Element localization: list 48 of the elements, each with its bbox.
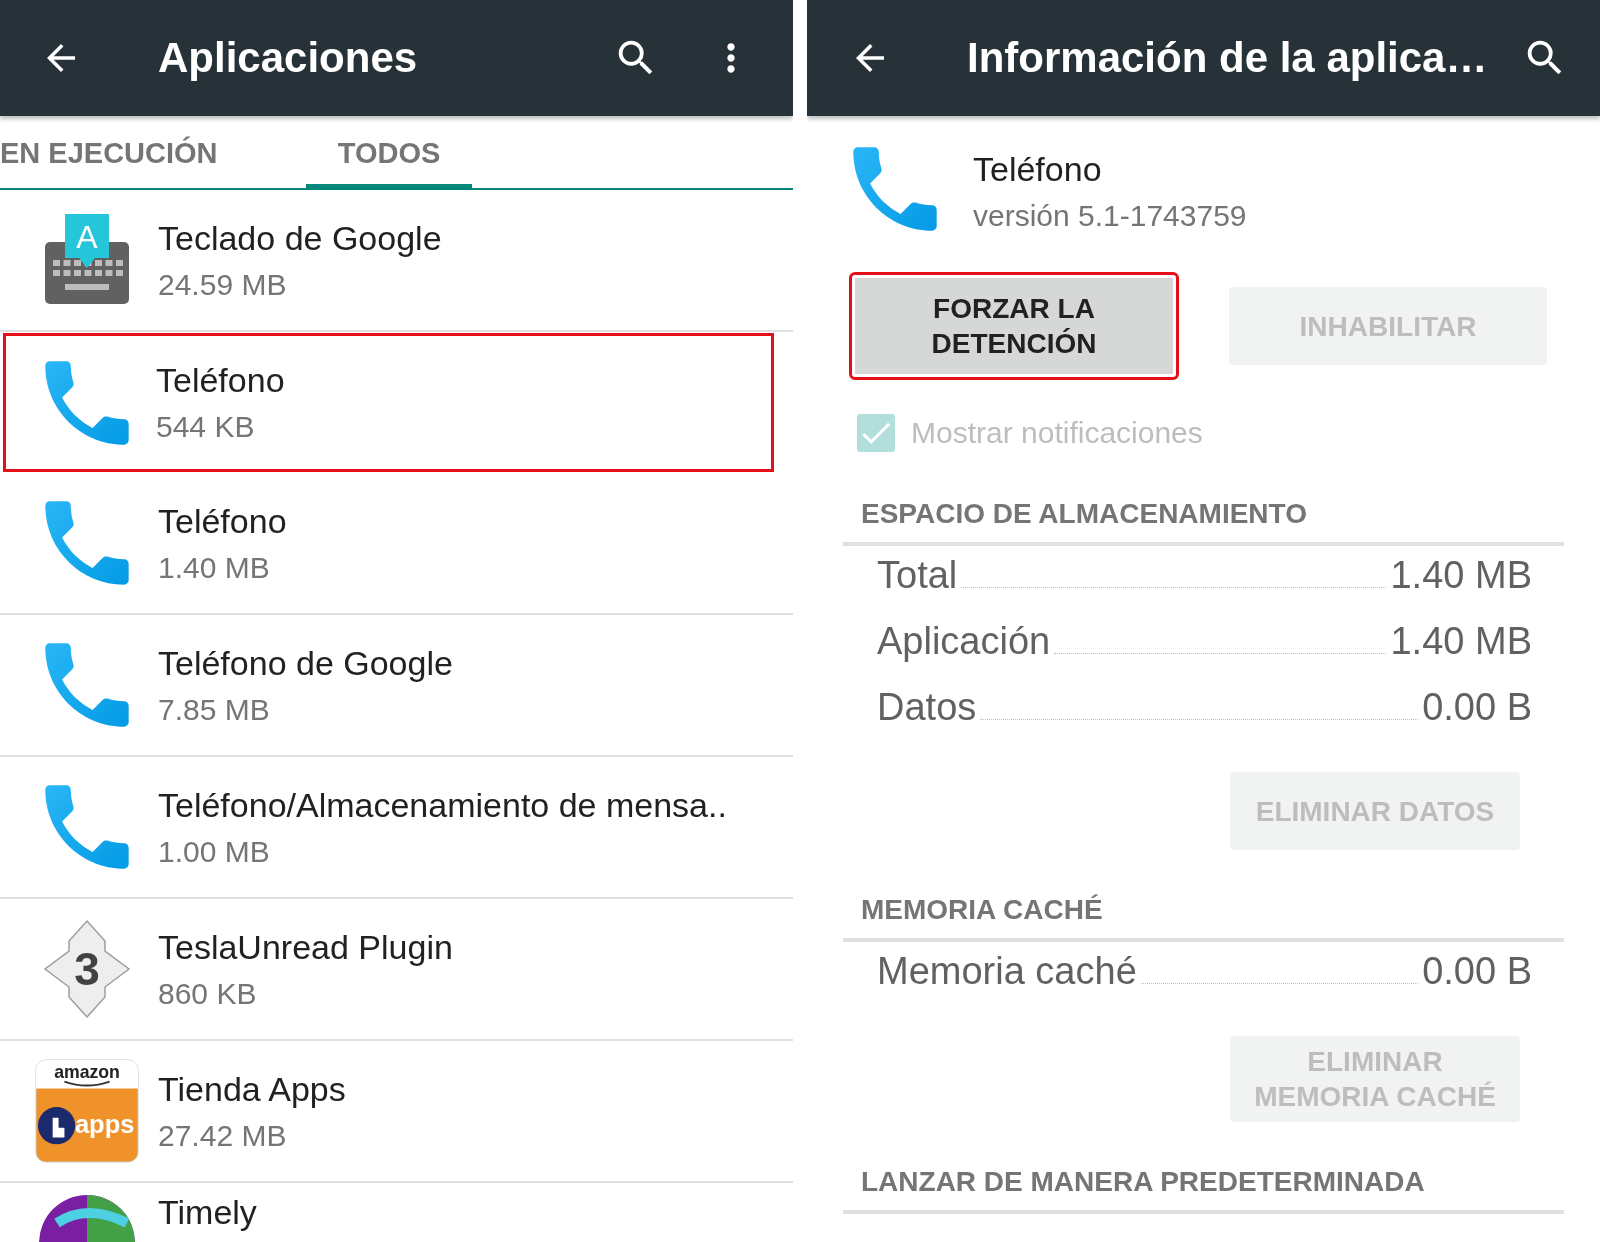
app-size: 860 KB — [158, 976, 258, 1011]
app-list-item[interactable]: 3 TeslaUnread Plugin 860 KB — [0, 899, 793, 1041]
app-name: TeslaUnread Plugin — [158, 927, 453, 967]
app-name: Teléfono — [158, 501, 287, 541]
tab[interactable]: TODOS — [306, 116, 472, 190]
app-name: Timely — [158, 1193, 257, 1232]
phone-icon — [43, 641, 131, 729]
app-name: Teléfono de Google — [158, 643, 453, 683]
app-name: Teléfono — [156, 361, 285, 400]
app-name: Teléfono — [973, 149, 1103, 189]
phone-icon — [851, 145, 939, 233]
store-icon: amazon apps — [35, 1059, 139, 1163]
checkbox-label: Mostrar notificaciones — [911, 416, 1203, 450]
app-list-item[interactable]: A Teclado de Google 24.59 MB — [0, 190, 793, 332]
app-name: Teclado de Google — [158, 218, 442, 258]
tab[interactable]: EN EJECUCIÓN — [0, 116, 240, 190]
section-header: MEMORIA CACHÉ — [843, 894, 1564, 942]
storage-label: Memoria caché — [877, 950, 1137, 993]
storage-value: 1.40 MB — [1390, 620, 1532, 663]
app-size: 1.40 MB — [158, 550, 271, 585]
storage-label: Total — [877, 554, 958, 597]
phone-icon — [43, 783, 131, 871]
app-size: 544 KB — [156, 410, 256, 444]
app-name: Tienda Apps — [158, 1069, 346, 1109]
section-header: LANZAR DE MANERA PREDETERMINADA — [843, 1166, 1564, 1214]
storage-label: Aplicación — [877, 620, 1051, 663]
app-size: 1.00 MB — [158, 834, 271, 869]
app-size: 24.59 MB — [158, 267, 288, 302]
app-list-item[interactable]: Teléfono 1.40 MB — [0, 473, 793, 615]
storage-label: Datos — [877, 686, 977, 729]
phone-icon — [43, 499, 131, 587]
app-size: 7.85 MB — [158, 692, 271, 727]
app-name: Teléfono/Almacenamiento de mensa.. — [158, 785, 727, 825]
section-header: ESPACIO DE ALMACENAMIENTO — [843, 498, 1564, 546]
screen-title: Aplicaciones — [158, 34, 419, 82]
app-list-item[interactable]: Teléfono de Google 7.85 MB — [0, 615, 793, 757]
phone-icon — [43, 358, 131, 447]
app-list-item[interactable]: amazon apps Tienda Apps 27.42 MB — [0, 1041, 793, 1183]
app-version: versión 5.1-1743759 — [973, 198, 1247, 233]
storage-value: 0.00 B — [1422, 686, 1532, 729]
force-stop-button[interactable]: FORZAR LA DETENCIÓN — [851, 274, 1177, 378]
storage-value: 0.00 B — [1422, 950, 1532, 993]
app-list-item[interactable]: Teléfono/Almacenamiento de mensa.. 1.00 MB — [0, 757, 793, 899]
screen-title: Información de la aplica… — [967, 34, 1489, 82]
storage-value: 1.40 MB — [1390, 554, 1532, 597]
app-size: 27.42 MB — [158, 1118, 288, 1153]
app-list-item[interactable]: Teléfono 544 KB — [2, 332, 775, 473]
app-list-item[interactable]: Timely — [0, 1183, 793, 1242]
